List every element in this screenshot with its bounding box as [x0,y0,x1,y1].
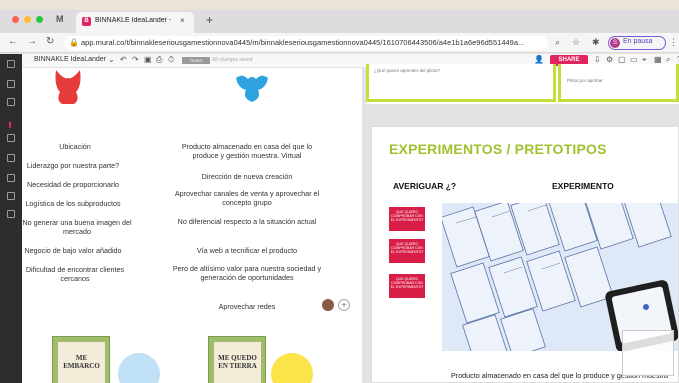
tab-inactive[interactable]: M [56,14,74,29]
board-right-top: ¿Qué quiero aprender del piloto? Piloto … [366,64,679,104]
grid-icon[interactable]: ▦ [654,55,662,64]
book-me-quedo[interactable]: ME QUEDO EN TIERRA [208,336,266,383]
members-icon[interactable]: 👤 [534,55,544,64]
sidebar-text-icon[interactable] [7,98,15,106]
sidebar-shapes-icon[interactable] [7,134,15,142]
chevron-down-icon[interactable]: ⌄ [108,55,115,64]
timer-icon[interactable]: ⏱ [168,55,174,65]
list-item[interactable]: Dificultad de encontrar clientes cercano… [16,265,134,283]
yellow-circle[interactable] [271,353,313,383]
book-title: ME QUEDO EN TIERRA [218,354,257,370]
bookmark-star-icon[interactable]: ☆ [572,37,580,48]
learning-prompt: ¿Qué quiero aprender del piloto? [374,68,441,73]
tab-active[interactable]: B BINNAKLE IdeaLander - BINN × [76,12,194,33]
reload-icon[interactable]: ↻ [46,36,54,47]
sidebar-frames-icon[interactable] [7,154,15,162]
list-item[interactable]: No generar una buena imagen del mercado [18,218,136,236]
column-header-averiguar: AVERIGUAR ¿? [393,181,457,191]
board-left: Ubicación Liderazgo por nuestra parte? N… [22,68,362,383]
book-cover: ME QUEDO EN TIERRA [214,342,261,383]
book-cover: ME EMBARCO [58,342,105,383]
list-item[interactable]: Liderazgo por nuestra parte? [20,161,126,170]
tab-close-icon[interactable]: × [180,16,185,25]
sidebar-draw-icon[interactable] [7,210,15,218]
outline-icon[interactable]: ▣ [144,55,152,64]
search-icon[interactable]: ⌕ [555,37,560,48]
list-item[interactable]: Aprovechar canales de venta y aprovechar… [172,189,322,207]
save-status: All changes saved [212,57,253,63]
sidebar-icons-icon[interactable] [7,174,15,182]
invite-plus-icon[interactable]: + [338,299,350,311]
sticky-note[interactable]: QUE QUIERO COMPROBAR CON EL EXPERIMENTO? [389,207,425,231]
address-bar[interactable]: 🔒 app.mural.co/t/binnakleseriousgamestio… [64,36,548,50]
undo-icon[interactable]: ↶ [120,55,127,64]
mural-canvas[interactable]: Ubicación Liderazgo por nuestra parte? N… [22,64,679,383]
list-item[interactable]: Logística de los subproductos [20,199,126,208]
sidebar-images-icon[interactable] [7,192,15,200]
list-item[interactable]: Producto almacenado en casa del que lo p… [172,142,322,160]
comments-icon[interactable]: ▢ [618,55,626,64]
list-item[interactable]: Dirección de nueva creación [172,172,322,181]
board-title: EXPERIMENTOS / PRETOTIPOS [389,141,607,157]
forward-icon[interactable]: → [27,36,37,47]
lock-icon: 🔒 [69,38,79,47]
book-me-embarco[interactable]: ME EMBARCO [52,336,110,383]
sidebar-sticky-icon[interactable] [7,80,15,88]
tab-title: BINNAKLE IdeaLander - BINN [95,17,173,24]
mural-title[interactable]: BINNAKLE IdeaLander [34,56,106,63]
blue-mascot-icon [236,75,268,102]
screen: M B BINNAKLE IdeaLander - BINN × + ← → ↻… [0,0,679,383]
book-title: ME EMBARCO [63,354,100,370]
list-item[interactable]: Vía web a tecnificar el producto [172,246,322,255]
list-item[interactable]: Necesidad de proporcionarlo [20,180,126,189]
back-icon[interactable]: ← [8,36,18,47]
sticky-note[interactable]: QUE QUIERO COMPROBAR CON EL EXPERIMENTO? [389,274,425,298]
settings-gear-icon[interactable]: ⚙ [606,55,613,64]
menu-kebab-icon[interactable]: ⋮ [669,37,678,48]
browser-toolbar: ← → ↻ 🔒 app.mural.co/t/binnakleseriousga… [0,33,679,53]
list-item[interactable]: Aprovechar redes [172,302,322,311]
collaborator-avatar[interactable] [322,299,334,311]
print-icon[interactable]: ⎙ [156,55,162,65]
download-icon[interactable]: ⇩ [594,55,601,64]
blue-circle[interactable] [118,353,160,383]
tab-favicon: B [82,17,91,26]
column-header-experimento: EXPERIMENTO [552,181,614,191]
minimize-window-button[interactable] [24,16,31,23]
minimap[interactable] [622,330,674,376]
redo-icon[interactable]: ↷ [132,55,139,64]
learning-box[interactable]: ¿Qué quiero aprender del piloto? [366,64,556,102]
avatar: S [610,38,620,48]
profile-status: En pausa [623,38,653,45]
sidebar-home-icon[interactable] [7,60,15,68]
list-item[interactable]: No diferencial respecto a la situación a… [172,217,322,226]
list-item[interactable]: Pero de altísimo valor para nuestra soci… [172,264,322,282]
list-item[interactable]: Negocio de bajo valor añadido [20,246,126,255]
profile-button[interactable]: S En pausa [608,36,666,50]
maximize-window-button[interactable] [36,16,43,23]
chat-icon[interactable]: ▭ [630,55,638,64]
extensions-icon[interactable]: ✱ [592,37,600,48]
sidebar-active-indicator [9,122,11,128]
url-text: app.mural.co/t/binnakleseriousgamestionn… [81,38,525,47]
pilot-prompt: Piloto por aprobar [567,78,603,83]
red-mascot-icon [55,70,81,104]
pilot-box[interactable]: Piloto por aprobar [558,64,679,102]
status-badge: TIMER [182,57,210,64]
sticky-note[interactable]: QUE QUIERO COMPROBAR CON EL EXPERIMENTO? [389,239,425,263]
list-item[interactable]: Ubicación [28,142,122,151]
new-tab-button[interactable]: + [206,13,213,27]
close-window-button[interactable] [12,16,19,23]
wireframe-sketch-image[interactable] [442,203,678,351]
